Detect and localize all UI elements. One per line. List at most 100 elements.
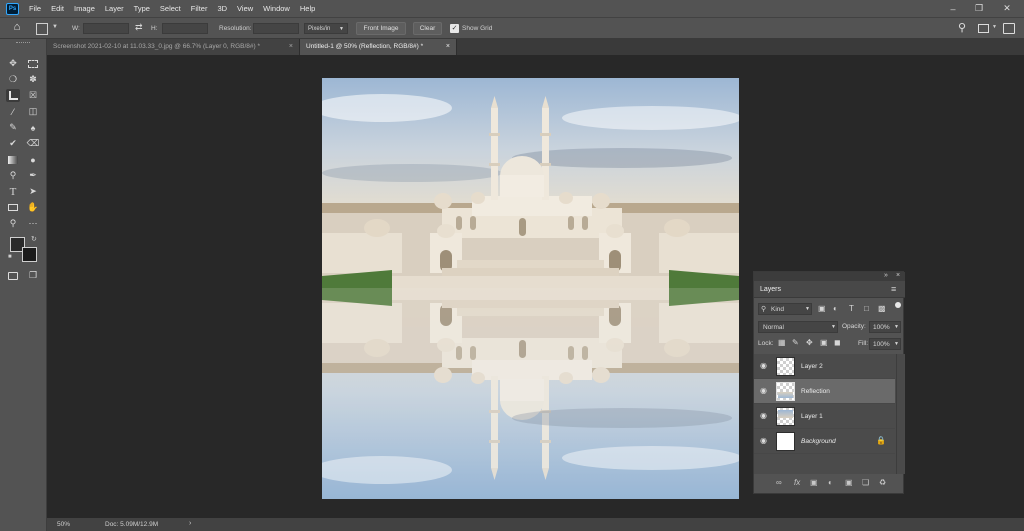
resolution-units-value: Pixels/in (308, 26, 331, 32)
minimize-icon[interactable]: – (940, 0, 966, 17)
hand-tool-icon[interactable]: ✋ (26, 201, 40, 214)
menu-3d[interactable]: 3D (217, 4, 227, 13)
show-grid-checkbox[interactable]: ✓ (450, 24, 459, 33)
panel-menu-icon[interactable]: ≡ (891, 284, 896, 294)
status-menu-chevron-icon[interactable]: › (189, 520, 191, 527)
document-canvas[interactable] (322, 78, 739, 499)
blur-tool-icon[interactable]: ● (26, 153, 40, 166)
zoom-tool-icon[interactable]: ⚲ (6, 217, 20, 230)
crop-tool-preset-icon[interactable] (36, 23, 48, 35)
workspace-icon[interactable] (978, 24, 989, 33)
path-selection-tool-icon[interactable]: ➤ (26, 185, 40, 198)
blend-mode-value: Normal (763, 324, 784, 331)
filter-toggle-icon[interactable] (895, 302, 901, 308)
default-colors-icon[interactable]: ■ (8, 254, 12, 260)
lock-image-icon[interactable]: ✎ (792, 338, 799, 347)
close-tab-icon[interactable]: × (289, 39, 293, 55)
menu-edit[interactable]: Edit (51, 4, 64, 13)
filter-pixel-icon[interactable]: ▣ (818, 304, 826, 313)
marquee-tool-icon[interactable] (26, 57, 40, 70)
menu-window[interactable]: Window (263, 4, 290, 13)
link-layers-icon[interactable]: ∞ (776, 478, 782, 487)
menu-type[interactable]: Type (134, 4, 150, 13)
blend-mode-select[interactable]: Normal ▼ (758, 321, 838, 333)
quick-selection-tool-icon[interactable]: ✽ (26, 73, 40, 86)
layer-list-scrollbar[interactable] (896, 354, 904, 474)
dodge-tool-icon[interactable]: ⚲ (6, 169, 20, 182)
collapse-panel-icon[interactable]: » (884, 272, 888, 279)
search-icon[interactable]: ⚲ (958, 21, 966, 34)
height-input[interactable] (162, 23, 208, 34)
filter-smart-object-icon[interactable]: ▩ (878, 304, 886, 313)
pen-tool-icon[interactable]: ✒ (26, 169, 40, 182)
resolution-input[interactable] (253, 23, 299, 34)
layer-row-layer-2[interactable]: ◉ Layer 2 (754, 354, 895, 379)
lock-artboard-icon[interactable]: ▣ (820, 338, 828, 347)
eye-icon[interactable]: ◉ (760, 412, 769, 420)
front-image-button[interactable]: Front Image (356, 22, 406, 35)
eye-icon[interactable]: ◉ (760, 437, 769, 445)
swap-dimensions-icon[interactable]: ⇄ (135, 22, 143, 33)
eraser-tool-icon[interactable]: ⌫ (26, 137, 40, 150)
width-input[interactable] (83, 23, 129, 34)
menu-file[interactable]: File (29, 4, 41, 13)
layer-filter-select[interactable]: ⚲ Kind ▼ (758, 303, 812, 315)
layer-row-background[interactable]: ◉ Background 🔒 (754, 429, 895, 454)
restore-icon[interactable]: ❐ (966, 0, 992, 17)
menu-view[interactable]: View (237, 4, 253, 13)
delete-layer-icon[interactable]: ♻ (879, 478, 886, 487)
new-layer-icon[interactable]: ❏ (862, 478, 869, 487)
tab-screenshot-document[interactable]: Screenshot 2021-02-10 at 11.03.33_0.jpg … (47, 39, 300, 55)
lock-all-icon[interactable]: ◼ (834, 338, 841, 347)
zoom-level[interactable]: 50% (57, 521, 70, 528)
eyedropper-tool-icon[interactable]: ⁄ (6, 105, 20, 118)
filter-shape-icon[interactable]: □ (864, 304, 869, 313)
home-icon[interactable]: ⌂ (8, 21, 26, 36)
swap-colors-icon[interactable]: ↻ (31, 235, 37, 243)
resolution-units-select[interactable]: Pixels/in ▼ (304, 23, 348, 34)
quick-mask-icon[interactable] (6, 269, 20, 282)
opacity-input[interactable]: 100% ▼ (869, 321, 901, 333)
close-tab-icon[interactable]: × (446, 39, 450, 55)
frame-tool-icon[interactable]: ☒ (26, 89, 40, 102)
lasso-tool-icon[interactable]: ❍ (6, 73, 20, 86)
clone-stamp-tool-icon[interactable]: ♠ (26, 121, 40, 134)
layer-row-layer-1[interactable]: ◉ Layer 1 (754, 404, 895, 429)
brush-tool-icon[interactable]: ✎ (6, 121, 20, 134)
add-mask-icon[interactable]: ▣ (810, 478, 818, 487)
crop-tool-icon[interactable] (6, 89, 20, 102)
type-tool-icon[interactable]: T (6, 185, 20, 198)
rectangle-tool-icon[interactable] (6, 201, 20, 214)
lock-transparent-icon[interactable]: ▦ (778, 338, 786, 347)
layer-style-icon[interactable]: fx (794, 478, 800, 487)
eye-icon[interactable]: ◉ (760, 387, 769, 395)
chevron-down-icon[interactable]: ▼ (52, 24, 58, 30)
move-tool-icon[interactable]: ✥ (6, 57, 20, 70)
gradient-tool-icon[interactable] (6, 153, 20, 166)
menu-select[interactable]: Select (160, 4, 181, 13)
fill-input[interactable]: 100% ▼ (869, 338, 901, 350)
eye-icon[interactable]: ◉ (760, 362, 769, 370)
new-group-icon[interactable]: ▣ (845, 478, 853, 487)
share-icon[interactable] (1003, 23, 1015, 34)
healing-brush-tool-icon[interactable]: ◫ (26, 105, 40, 118)
more-tools-icon[interactable]: ⋯ (26, 217, 40, 230)
chevron-down-icon[interactable]: ▼ (992, 24, 997, 30)
clear-button[interactable]: Clear (413, 22, 442, 35)
lock-position-icon[interactable]: ✥ (806, 338, 813, 347)
menu-image[interactable]: Image (74, 4, 95, 13)
layers-tab[interactable]: Layers (760, 286, 781, 293)
background-color-swatch[interactable] (22, 247, 37, 262)
layer-row-reflection[interactable]: ◉ Reflection (754, 379, 895, 404)
menu-layer[interactable]: Layer (105, 4, 124, 13)
tab-untitled-1[interactable]: Untitled-1 @ 50% (Reflection, RGB/8#) * … (300, 39, 457, 55)
menu-filter[interactable]: Filter (191, 4, 208, 13)
menu-help[interactable]: Help (300, 4, 315, 13)
screen-mode-icon[interactable]: ❐ (26, 269, 40, 282)
close-panel-icon[interactable]: × (896, 272, 900, 279)
adjustment-layer-icon[interactable]: ◐ (828, 478, 833, 487)
filter-type-icon[interactable]: T (849, 304, 854, 313)
filter-adjustment-icon[interactable]: ◐ (833, 304, 838, 313)
close-window-icon[interactable]: ✕ (994, 0, 1020, 17)
history-brush-tool-icon[interactable]: ✔ (6, 137, 20, 150)
